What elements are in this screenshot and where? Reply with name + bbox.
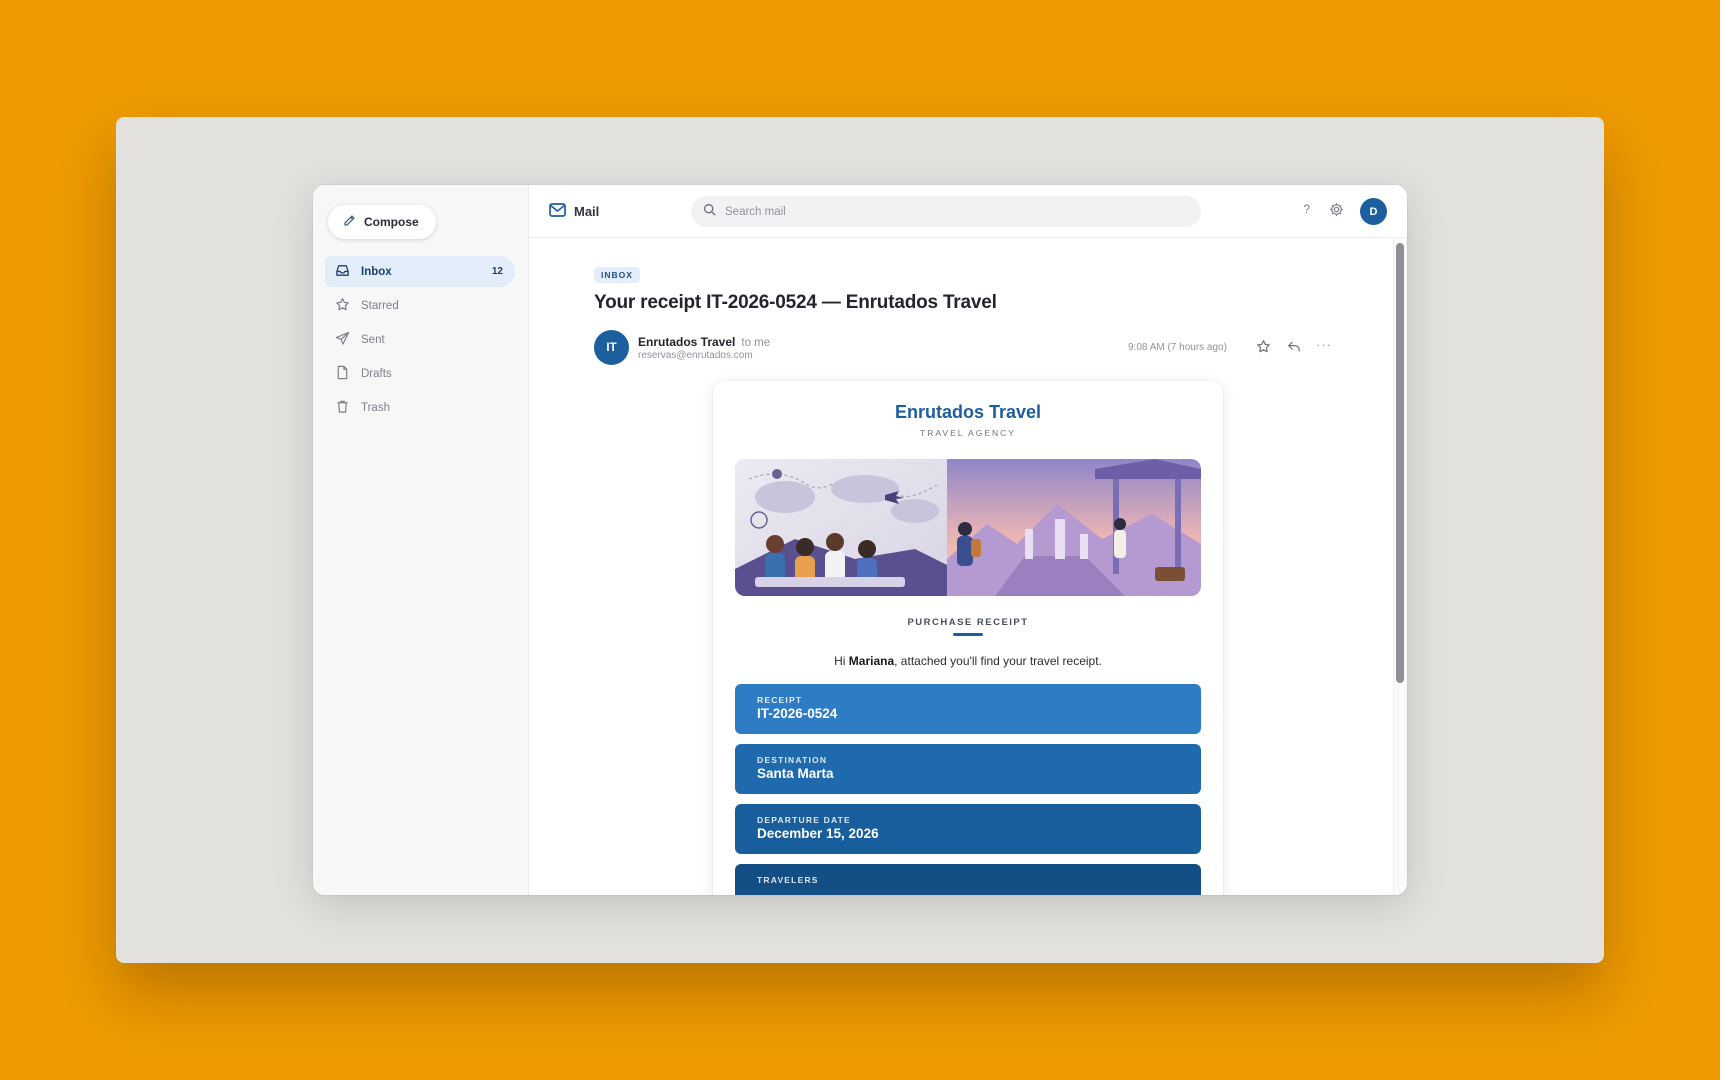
compose-label: Compose — [364, 215, 419, 229]
customer-name: Mariana — [848, 654, 895, 668]
field-value: Santa Marta — [757, 766, 834, 781]
mail-icon — [549, 203, 566, 220]
sidebar-item-label: Inbox — [361, 265, 392, 278]
sidebar-item-label: Starred — [361, 299, 399, 312]
gear-icon[interactable] — [1329, 202, 1344, 222]
user-avatar[interactable]: D — [1360, 198, 1387, 225]
sidebar-item-label: Drafts — [361, 367, 392, 380]
app-title: Mail — [574, 204, 600, 219]
scrollbar-thumb[interactable] — [1396, 243, 1404, 683]
help-icon[interactable]: ? — [1303, 202, 1310, 216]
sidebar-item-label: Sent — [361, 333, 385, 346]
greeting-suffix: , attached you'll find your travel recei… — [894, 654, 1102, 668]
section-underline — [953, 633, 983, 636]
recipient-label: to me — [741, 337, 771, 349]
destination-field: DESTINATION Santa Marta — [735, 744, 1201, 794]
more-options-icon[interactable]: ··· — [1316, 337, 1332, 352]
travelers-field: TRAVELERS — [735, 864, 1201, 895]
star-icon[interactable] — [1256, 339, 1271, 359]
receipt-brand: Enrutados Travel — [894, 402, 1042, 422]
field-label: RECEIPT — [757, 695, 803, 705]
travel-illustration — [735, 459, 1201, 596]
app-brand: Mail — [549, 203, 599, 220]
sidebar-item-trash[interactable]: Trash — [325, 392, 515, 423]
reply-icon[interactable] — [1287, 340, 1301, 358]
receipt-brand-sub: TRAVEL AGENCY — [920, 428, 1016, 438]
compose-button[interactable]: Compose — [328, 205, 436, 239]
sidebar-item-drafts[interactable]: Drafts — [325, 358, 515, 389]
sender-line: Enrutados Travel to me — [638, 335, 770, 349]
departure-date-field: DEPARTURE DATE December 15, 2026 — [735, 804, 1201, 854]
send-icon — [335, 331, 350, 349]
field-label: DEPARTURE DATE — [757, 815, 851, 825]
sidebar: Compose Inbox 12 Starred Sent Drafts Tra… — [313, 185, 529, 895]
star-icon — [335, 297, 350, 315]
receipt-number-field: RECEIPT IT-2026-0524 — [735, 684, 1201, 734]
greeting-text: Hi Mariana, attached you'll find your tr… — [713, 654, 1223, 668]
mail-app-window: Compose Inbox 12 Starred Sent Drafts Tra… — [313, 185, 1407, 895]
search-bar[interactable] — [691, 196, 1201, 227]
folder-nav: Inbox 12 Starred Sent Drafts Trash — [325, 256, 515, 426]
search-input[interactable] — [725, 205, 1165, 218]
sidebar-item-sent[interactable]: Sent — [325, 324, 515, 355]
field-label: TRAVELERS — [757, 875, 819, 885]
inbox-icon — [335, 263, 350, 281]
sidebar-item-inbox[interactable]: Inbox 12 — [325, 256, 515, 287]
sender-name: Enrutados Travel — [638, 335, 736, 349]
search-icon — [703, 203, 716, 221]
sidebar-item-label: Trash — [361, 401, 390, 414]
field-value: December 15, 2026 — [757, 826, 879, 841]
file-icon — [335, 365, 350, 383]
receipt-section-label: PURCHASE RECEIPT — [907, 617, 1029, 628]
greeting-prefix: Hi — [834, 654, 849, 668]
receipt-card: Enrutados Travel TRAVEL AGENCY PURCHASE … — [713, 381, 1223, 895]
pencil-icon — [343, 214, 356, 230]
unread-count-badge: 12 — [491, 266, 503, 277]
message-subject: Your receipt IT-2026-0524 — Enrutados Tr… — [594, 292, 997, 313]
top-bar: Mail ? D — [529, 185, 1407, 238]
message-view: INBOX Your receipt IT-2026-0524 — Enruta… — [529, 239, 1407, 895]
folder-tag: INBOX — [594, 267, 640, 283]
message-timestamp: 9:08 AM (7 hours ago) — [1128, 342, 1227, 353]
trash-icon — [335, 399, 350, 417]
scrollbar[interactable] — [1393, 239, 1407, 895]
sidebar-item-starred[interactable]: Starred — [325, 290, 515, 321]
sender-avatar: IT — [594, 330, 629, 365]
sender-email: reservas@enrutados.com — [638, 350, 753, 361]
field-label: DESTINATION — [757, 755, 828, 765]
field-value: IT-2026-0524 — [757, 706, 838, 721]
